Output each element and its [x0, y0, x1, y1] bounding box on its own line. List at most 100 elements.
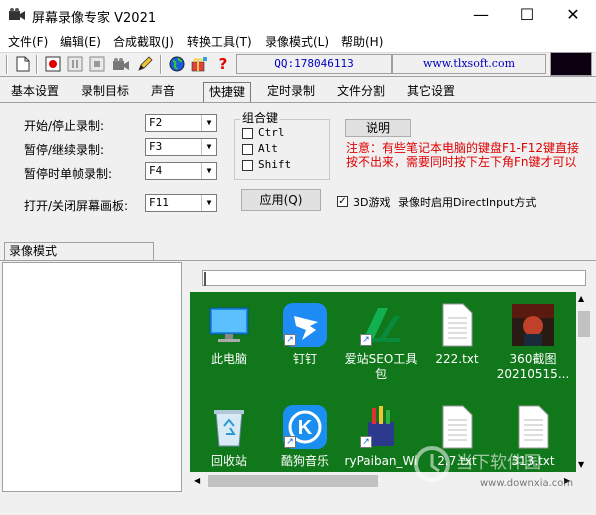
pause-resume-hotkey-value: F3 — [149, 140, 163, 153]
desktop-icon-label: 此电脑 — [210, 352, 247, 366]
desktop-icon-label: 爱站SEO工具包 — [344, 352, 418, 381]
preview-indicator — [550, 52, 592, 76]
desktop-icon-label: ryPaiban_Wi — [344, 454, 418, 468]
toolbar-separator — [160, 55, 162, 74]
desktop-icon-label: 钉钉 — [292, 352, 317, 366]
explain-button[interactable]: 说明 — [345, 119, 411, 137]
tab-basic-settings[interactable]: 基本设置 — [6, 82, 64, 103]
modifier-group-title: 组合键 — [240, 109, 281, 126]
start-stop-hotkey-select[interactable]: F2 ▼ — [145, 114, 217, 132]
apply-button[interactable]: 应用(Q) — [241, 189, 321, 211]
timeline-track[interactable] — [202, 270, 586, 286]
alt-label: Alt — [258, 142, 278, 155]
new-file-icon[interactable] — [14, 55, 32, 73]
dropdown-arrow-icon: ▼ — [201, 163, 216, 179]
ctrl-label: Ctrl — [258, 126, 285, 139]
ctrl-checkbox[interactable] — [242, 128, 253, 139]
desktop-icon-this-pc[interactable]: 此电脑 — [190, 302, 268, 367]
computer-icon — [206, 302, 252, 348]
text-file-icon — [434, 302, 480, 348]
desktop-icon-dingtalk[interactable]: ↗ 钉钉 — [266, 302, 344, 367]
file-list-pane[interactable] — [2, 262, 182, 492]
close-button[interactable]: ✕ — [550, 0, 596, 30]
app-camera-icon — [8, 8, 26, 22]
3d-game-checkbox[interactable]: ✓ — [337, 196, 348, 207]
shortcut-arrow-icon: ↗ — [360, 334, 372, 346]
pause-resume-hotkey-select[interactable]: F3 ▼ — [145, 138, 217, 156]
horizontal-scroll-thumb[interactable] — [208, 475, 378, 487]
watermark-url: www.downxia.com — [480, 478, 574, 489]
menu-convert-tools[interactable]: 转换工具(T) — [187, 33, 252, 50]
tab-other-settings[interactable]: 其它设置 — [402, 82, 460, 103]
kugou-letter: K — [298, 417, 313, 439]
tab-sound[interactable]: 声音 — [146, 82, 180, 103]
vertical-scroll-thumb[interactable] — [578, 311, 590, 337]
maximize-button[interactable]: ☐ — [504, 0, 550, 30]
toolbar-separator — [36, 55, 38, 74]
shortcut-arrow-icon: ↗ — [360, 436, 372, 448]
timeline-marker[interactable] — [204, 272, 206, 286]
dropdown-arrow-icon: ▼ — [201, 195, 216, 211]
dropdown-arrow-icon: ▼ — [201, 139, 216, 155]
globe-icon[interactable] — [168, 55, 186, 73]
pause-resume-label: 暂停/继续录制: — [24, 143, 105, 157]
desktop-icon-ruipaiban[interactable]: ↗ ryPaiban_Wi — [342, 404, 420, 469]
desktop-icon-label: 360截图20210515... — [496, 352, 570, 381]
3d-game-label: 3D游戏 — [353, 196, 391, 209]
pencil-icon[interactable] — [136, 55, 154, 73]
desktop-icon-label: 回收站 — [210, 454, 247, 468]
desktop-icon-label: 酷狗音乐 — [280, 454, 329, 468]
directinput-description: 录像时启用DirectInput方式 — [398, 196, 537, 209]
pause-icon[interactable] — [66, 55, 84, 73]
screen-drawing-hotkey-value: F11 — [149, 196, 169, 209]
record-mode-tab[interactable]: 录像模式 — [4, 242, 154, 261]
menu-file[interactable]: 文件(F) — [8, 33, 48, 50]
shortcut-arrow-icon: ↗ — [284, 334, 296, 346]
desktop-icon-kugou[interactable]: K ↗ 酷狗音乐 — [266, 404, 344, 469]
tab-file-split[interactable]: 文件分割 — [332, 82, 390, 103]
desktop-icon-recycle-bin[interactable]: 回收站 — [190, 404, 268, 469]
desktop-icon-aizhan-seo[interactable]: ↗ 爱站SEO工具包 — [342, 302, 420, 382]
menu-record-mode[interactable]: 录像模式(L) — [265, 33, 329, 50]
screen-drawing-hotkey-select[interactable]: F11 ▼ — [145, 194, 217, 212]
window-title: 屏幕录像专家 V2021 — [32, 11, 157, 26]
website-link[interactable]: www.tlxsoft.com — [392, 54, 546, 74]
hotkey-note: 注意：有些笔记本电脑的键盘F1-F12键直接按不出来，需要同时按下左下角Fn键才… — [346, 141, 580, 169]
screenshot-thumbnail-icon — [510, 302, 556, 348]
shift-label: Shift — [258, 158, 292, 171]
shift-checkbox[interactable] — [242, 160, 253, 171]
tab-record-target[interactable]: 录制目标 — [76, 82, 134, 103]
desktop-icon-222-txt[interactable]: 222.txt — [418, 302, 496, 367]
tab-hotkeys[interactable]: 快捷键 — [203, 82, 252, 103]
scroll-up-arrow-icon[interactable]: ▲ — [578, 294, 584, 303]
stop-icon[interactable] — [88, 55, 106, 73]
dingtalk-icon: ↗ — [282, 302, 328, 348]
recycle-bin-icon — [206, 404, 252, 450]
toolbar-separator — [6, 55, 8, 74]
menu-edit[interactable]: 编辑(E) — [60, 33, 101, 50]
watermark-brand: 当下软件园 — [456, 453, 541, 473]
watermark: 当下软件园 www.downxia.com — [412, 442, 592, 492]
single-frame-hotkey-select[interactable]: F4 ▼ — [145, 162, 217, 180]
desktop-icon-360-screenshot[interactable]: 360截图20210515... — [494, 302, 572, 382]
record-icon[interactable] — [44, 55, 62, 73]
tab-divider — [0, 102, 596, 103]
help-icon[interactable]: ? — [214, 55, 232, 73]
start-stop-label: 开始/停止录制: — [24, 119, 105, 133]
dropdown-arrow-icon: ▼ — [201, 115, 216, 131]
camera-icon[interactable] — [112, 55, 130, 73]
tab-scheduled-record[interactable]: 定时录制 — [262, 82, 320, 103]
qq-number: QQ:178046113 — [236, 54, 392, 74]
screen-drawing-label: 打开/关闭屏幕画板: — [24, 199, 129, 213]
start-stop-hotkey-value: F2 — [149, 116, 163, 129]
minimize-button[interactable]: — — [458, 0, 504, 30]
alt-checkbox[interactable] — [242, 144, 253, 155]
menu-help[interactable]: 帮助(H) — [341, 33, 383, 50]
desktop-icon-label: 222.txt — [435, 352, 479, 366]
single-frame-label: 暂停时单帧录制: — [24, 167, 113, 181]
scroll-left-arrow-icon[interactable]: ◀ — [194, 476, 200, 485]
single-frame-hotkey-value: F4 — [149, 164, 163, 177]
menu-compose-capture[interactable]: 合成截取(J) — [113, 33, 174, 50]
gift-icon[interactable] — [190, 55, 208, 73]
kugou-icon: K ↗ — [282, 404, 328, 450]
